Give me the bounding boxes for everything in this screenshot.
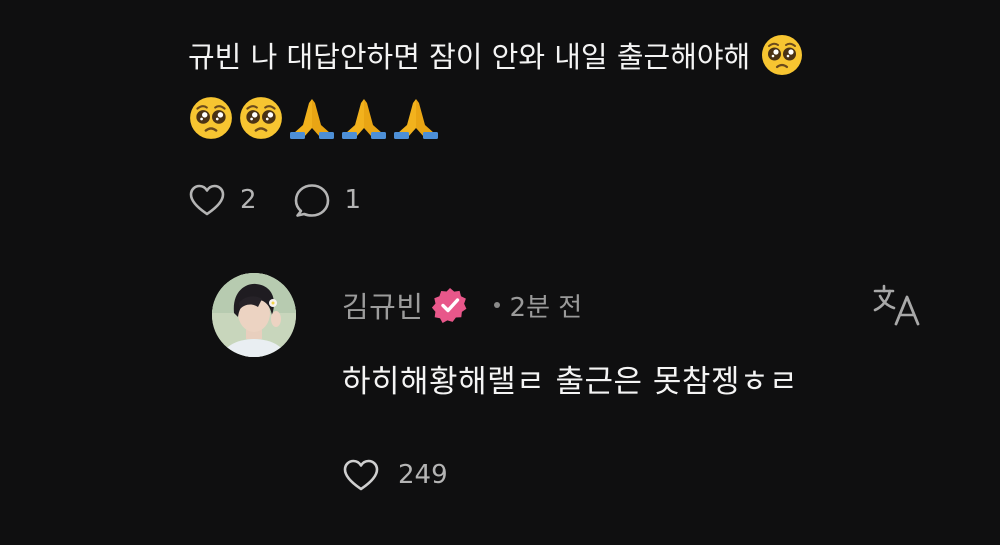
reply-like-count: 249	[398, 460, 448, 490]
username[interactable]: 김규빈	[342, 284, 424, 326]
reply-text: 하히해황해랠ㄹ 출근은 못참젱ㅎㄹ	[342, 364, 799, 400]
verified-badge-icon	[431, 288, 466, 323]
translate-icon	[873, 284, 920, 326]
folded-hands-emoji-icon	[290, 99, 334, 139]
post-body: 규빈 나 대답안하면 잠이 안와 내일 출근해야해	[188, 30, 928, 84]
separator-dot	[493, 302, 500, 308]
reply-header: 김규빈 2분 전	[342, 280, 582, 330]
comment-bubble-icon	[294, 184, 329, 217]
reply-actions: 249	[342, 453, 448, 497]
post-emoji-line	[188, 93, 440, 143]
heart-icon	[343, 459, 379, 491]
pleading-face-emoji-icon	[190, 97, 232, 139]
post-actions: 2 1	[188, 178, 361, 222]
translate-button[interactable]	[872, 283, 924, 327]
folded-hands-emoji-icon	[342, 99, 386, 139]
reply-count: 1	[344, 185, 362, 215]
like-button[interactable]: 2	[188, 183, 257, 217]
pleading-face-emoji-icon	[762, 35, 803, 75]
folded-hands-emoji-icon	[394, 99, 438, 139]
post-text: 규빈 나 대답안하면 잠이 안와 내일 출근해야해	[188, 40, 751, 74]
avatar[interactable]	[212, 273, 296, 357]
profile-photo	[212, 273, 296, 357]
heart-icon	[189, 184, 225, 216]
timestamp: 2분 전	[509, 292, 583, 323]
reply-button[interactable]: 1	[293, 182, 362, 218]
reply-like-button[interactable]: 249	[342, 458, 448, 492]
like-count: 2	[240, 185, 257, 215]
pleading-face-emoji-icon	[240, 97, 282, 139]
